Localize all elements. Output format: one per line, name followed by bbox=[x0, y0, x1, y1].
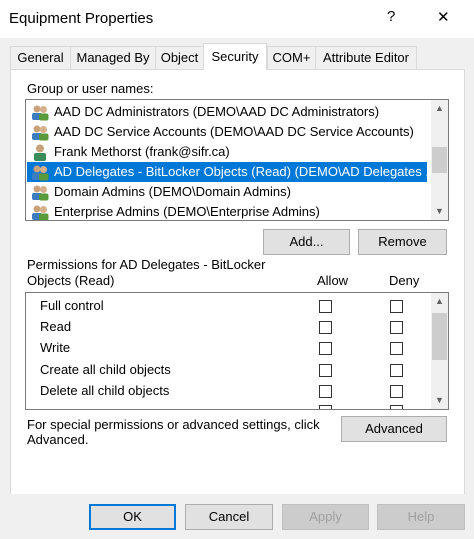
close-icon[interactable]: ✕ bbox=[437, 8, 450, 26]
list-item-text: Domain Admins (DEMO\Domain Admins) bbox=[54, 184, 291, 199]
permissions-label-line2: Objects (Read) bbox=[27, 273, 115, 288]
list-item-text: Frank Methorst (frank@sifr.ca) bbox=[54, 144, 230, 159]
deny-checkbox[interactable] bbox=[390, 385, 403, 398]
group-icon bbox=[32, 125, 49, 141]
list-item[interactable]: Domain Admins (DEMO\Domain Admins) bbox=[27, 182, 427, 202]
group-list-scrollbar[interactable]: ▲ ▼ bbox=[431, 100, 448, 220]
permission-name: Write bbox=[40, 340, 71, 355]
deny-checkbox[interactable] bbox=[390, 405, 403, 409]
permissions-label-line1: Permissions for AD Delegates - BitLocker bbox=[27, 257, 266, 272]
advanced-button[interactable]: Advanced bbox=[341, 416, 447, 442]
tab-security[interactable]: Security bbox=[203, 43, 267, 70]
advanced-text-line1: For special permissions or advanced sett… bbox=[27, 417, 320, 432]
permission-name: Create all child objects bbox=[40, 362, 171, 377]
list-item-selected[interactable]: AD Delegates - BitLocker Objects (Read) … bbox=[27, 162, 436, 182]
list-item-text: AAD DC Administrators (DEMO\AAD DC Admin… bbox=[54, 104, 380, 119]
title-bar: Equipment Properties ? ✕ bbox=[0, 0, 474, 38]
remove-button[interactable]: Remove bbox=[358, 229, 447, 255]
group-icon bbox=[32, 165, 49, 181]
group-icon bbox=[32, 185, 49, 201]
tab-managed-by[interactable]: Managed By bbox=[70, 46, 156, 69]
tab-com-plus[interactable]: COM+ bbox=[267, 46, 316, 69]
scroll-thumb[interactable] bbox=[432, 313, 447, 360]
allow-checkbox[interactable] bbox=[319, 385, 332, 398]
allow-column-header: Allow bbox=[317, 273, 349, 288]
list-item[interactable]: Enterprise Admins (DEMO\Enterprise Admin… bbox=[27, 202, 427, 220]
list-item-text: Enterprise Admins (DEMO\Enterprise Admin… bbox=[54, 204, 320, 219]
list-item[interactable]: AAD DC Administrators (DEMO\AAD DC Admin… bbox=[27, 102, 427, 122]
group-icon bbox=[32, 105, 49, 121]
deny-checkbox[interactable] bbox=[390, 300, 403, 313]
scroll-up-icon[interactable]: ▲ bbox=[431, 100, 448, 117]
allow-checkbox[interactable] bbox=[319, 321, 332, 334]
tab-object[interactable]: Object bbox=[155, 46, 204, 69]
list-item-text: AAD DC Service Accounts (DEMO\AAD DC Ser… bbox=[54, 124, 414, 139]
allow-checkbox[interactable] bbox=[319, 405, 332, 409]
tab-attribute-editor[interactable]: Attribute Editor bbox=[315, 46, 417, 69]
permissions-scrollbar[interactable]: ▲ ▼ bbox=[431, 293, 448, 409]
advanced-text-line2: Advanced. bbox=[27, 432, 89, 447]
list-item-text: AD Delegates - BitLocker Objects (Read) … bbox=[54, 164, 437, 179]
scroll-thumb[interactable] bbox=[432, 147, 447, 173]
scroll-up-icon[interactable]: ▲ bbox=[431, 293, 448, 310]
deny-checkbox[interactable] bbox=[390, 342, 403, 355]
help-button[interactable]: Help bbox=[377, 504, 465, 530]
scroll-down-icon[interactable]: ▼ bbox=[431, 392, 448, 409]
list-item[interactable]: AAD DC Service Accounts (DEMO\AAD DC Ser… bbox=[27, 122, 427, 142]
list-item[interactable]: Frank Methorst (frank@sifr.ca) bbox=[27, 142, 427, 162]
group-icon bbox=[32, 205, 49, 220]
permission-name: Full control bbox=[40, 298, 104, 313]
user-icon bbox=[34, 144, 46, 161]
ok-button[interactable]: OK bbox=[89, 504, 176, 530]
add-button[interactable]: Add... bbox=[263, 229, 350, 255]
apply-button[interactable]: Apply bbox=[282, 504, 369, 530]
deny-column-header: Deny bbox=[389, 273, 420, 288]
permission-name: Delete all child objects bbox=[40, 383, 170, 398]
deny-checkbox[interactable] bbox=[390, 321, 403, 334]
allow-checkbox[interactable] bbox=[319, 364, 332, 377]
tab-general[interactable]: General bbox=[10, 46, 71, 69]
help-title-button[interactable]: ? bbox=[387, 8, 395, 25]
scroll-down-icon[interactable]: ▼ bbox=[431, 203, 448, 220]
groups-label: Group or user names: bbox=[27, 81, 154, 96]
allow-checkbox[interactable] bbox=[319, 300, 332, 313]
cancel-button[interactable]: Cancel bbox=[185, 504, 273, 530]
window-title: Equipment Properties bbox=[9, 10, 154, 27]
deny-checkbox[interactable] bbox=[390, 364, 403, 377]
permission-name: Read bbox=[40, 319, 72, 334]
allow-checkbox[interactable] bbox=[319, 342, 332, 355]
permissions-list[interactable]: Full control Read Write Create all child… bbox=[25, 292, 449, 410]
group-user-list[interactable]: AAD DC Administrators (DEMO\AAD DC Admin… bbox=[25, 99, 449, 221]
